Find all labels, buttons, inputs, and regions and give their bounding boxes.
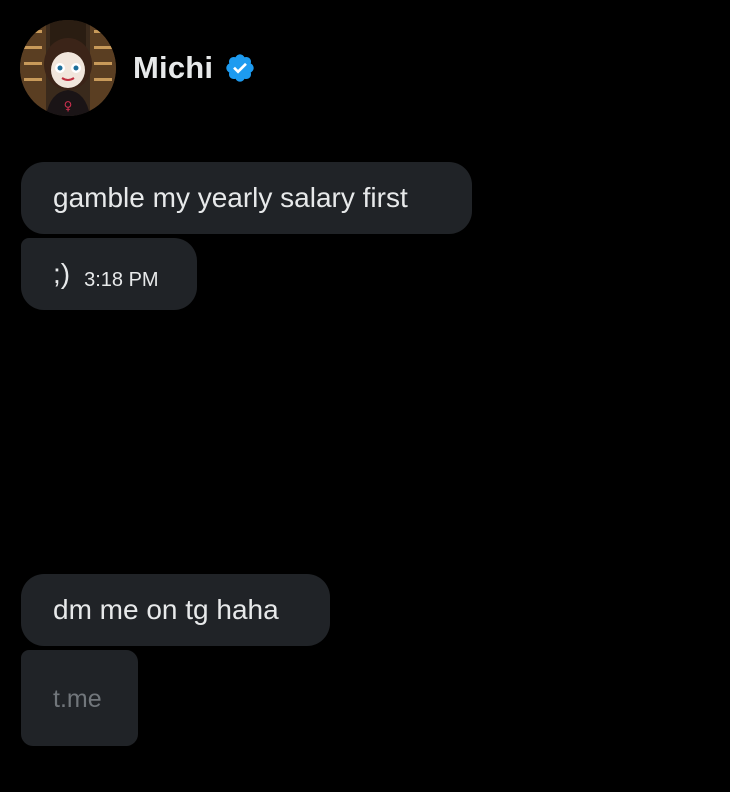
message-text: gamble my yearly salary first xyxy=(53,182,408,213)
message-text: dm me on tg haha xyxy=(53,594,279,625)
link-preview-card[interactable]: t.me xyxy=(21,650,138,746)
svg-text:♀: ♀ xyxy=(64,99,73,113)
contact-name[interactable]: Michi xyxy=(133,50,213,86)
avatar[interactable]: ♀ xyxy=(20,20,116,116)
contact-name-row[interactable]: Michi xyxy=(133,50,256,86)
message-text: ;) xyxy=(53,258,71,289)
message-bubble[interactable]: dm me on tg haha xyxy=(21,574,330,646)
avatar-image: ♀ xyxy=(20,20,116,116)
link-domain[interactable]: t.me xyxy=(53,685,102,713)
conversation-header: ♀ Michi xyxy=(20,20,256,116)
message-timestamp: 3:18 PM xyxy=(84,269,159,291)
message-bubble[interactable]: gamble my yearly salary first xyxy=(21,162,472,234)
verified-badge-icon xyxy=(226,54,254,82)
message-bubble[interactable]: ;) 3:18 PM xyxy=(21,238,197,310)
